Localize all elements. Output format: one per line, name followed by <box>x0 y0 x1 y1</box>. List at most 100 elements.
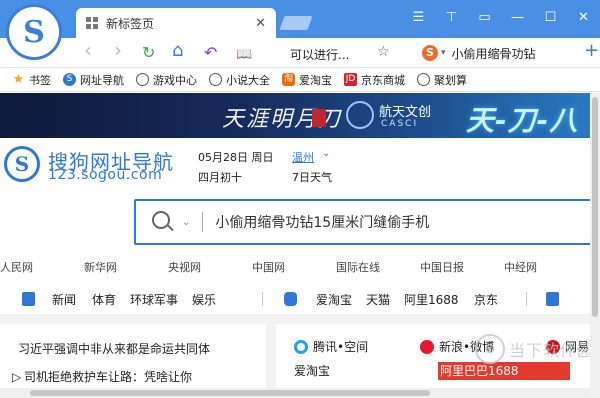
news-item[interactable]: 司机拒绝救护车让路：凭啥让你 <box>24 368 192 385</box>
maximize-icon[interactable]: ☐ <box>534 8 567 28</box>
banner-brand-2: 航天文创 <box>379 105 432 120</box>
bookmark-item[interactable]: 淘 爱淘宝 <box>282 72 332 88</box>
scroll-thumb[interactable] <box>30 390 430 396</box>
link-item[interactable]: 腾讯•空间 <box>294 338 368 355</box>
weibo-icon <box>420 339 434 354</box>
site-url[interactable]: 123.sogou.com <box>48 167 162 183</box>
address-bar[interactable]: 可以进行... <box>290 46 349 63</box>
horizontal-scrollbar[interactable] <box>0 388 590 398</box>
sogou-logo[interactable]: S <box>4 146 40 182</box>
bookmark-label: 爱淘宝 <box>299 73 332 87</box>
shopping-bag-icon <box>284 292 297 306</box>
tab-close-icon[interactable]: ✕ <box>255 16 266 31</box>
bookmark-item[interactable]: JD 京东商城 <box>344 72 405 88</box>
bookmark-label: 网址导航 <box>80 73 124 87</box>
main-search-box[interactable]: ⌄ 小偷用缩骨功钻15厘米门缝偷手机 <box>134 199 600 245</box>
vertical-scrollbar[interactable] <box>590 93 600 398</box>
tab-new-tab[interactable]: 新标签页 ✕ <box>76 8 276 38</box>
link-label: 爱淘宝 <box>294 364 331 378</box>
emblem-icon <box>346 101 374 129</box>
logo-letter: S <box>23 14 45 50</box>
seal-icon <box>312 109 326 127</box>
toolbar-search-input[interactable]: 小偷用缩骨功钻 <box>452 45 536 62</box>
reader-icon[interactable]: 📖 <box>236 45 252 65</box>
logo-letter: S <box>14 152 30 176</box>
site-link[interactable]: 国际在线 <box>336 259 380 275</box>
refresh-icon[interactable]: ↻ <box>142 43 155 63</box>
toolbar-search[interactable]: S ▾ 小偷用缩骨功钻 <box>404 42 594 64</box>
bookmark-star-icon[interactable]: ☆ <box>377 44 390 60</box>
watermark-text: 当下软件园 <box>509 341 595 360</box>
category-link[interactable]: 娱乐 <box>192 291 216 308</box>
search-input[interactable]: 小偷用缩骨功钻15厘米门缝偷手机 <box>215 212 429 232</box>
forward-icon[interactable]: › <box>114 40 122 60</box>
skin-icon[interactable]: ⊤ <box>435 8 468 28</box>
site-link[interactable]: 中经网 <box>504 259 537 275</box>
news-item[interactable]: 习近平强调中非从来都是命运共同体 <box>18 340 210 357</box>
banner-brand-3: 天-刀-八 <box>466 104 579 137</box>
star-icon: ★ <box>12 72 25 87</box>
globe-icon <box>417 73 430 86</box>
undo-icon[interactable]: ↶ <box>204 43 217 63</box>
new-tab-button[interactable] <box>279 16 313 30</box>
back-icon[interactable]: ‹ <box>84 40 92 60</box>
bookmark-label: 书签 <box>29 73 51 87</box>
bookmark-item[interactable]: 聚划算 <box>417 72 467 88</box>
category-link[interactable]: 阿里1688 <box>404 291 459 308</box>
minimize-icon[interactable]: — <box>501 8 534 28</box>
divider <box>262 292 263 306</box>
category-link[interactable]: 京东 <box>474 291 498 308</box>
news-icon <box>22 292 35 306</box>
close-window-icon[interactable]: ✕ <box>567 8 600 28</box>
globe-icon <box>136 73 149 86</box>
bookmark-item[interactable]: 游戏中心 <box>136 72 197 88</box>
sogou-browser-logo[interactable]: S <box>6 4 62 60</box>
weather-link[interactable]: 7日天气 <box>292 169 332 185</box>
city-link[interactable]: 温州 <box>292 149 314 165</box>
category-link[interactable]: 爱淘宝 <box>316 291 352 308</box>
category-row: 新闻 体育 环球军事 娱乐 爱淘宝 天猫 阿里1688 京东 <box>0 284 600 312</box>
navigation-bar: ‹ › ↻ ⌂ ↶ 📖 可以进行... ☆ S ▾ 小偷用缩骨功钻 + <box>0 38 600 68</box>
category-link[interactable]: 环球军事 <box>130 291 178 308</box>
qq-zone-icon <box>294 339 308 354</box>
bookmark-item[interactable]: 小说大全 <box>209 72 270 88</box>
site-link[interactable]: 人民网 <box>0 259 33 275</box>
site-link[interactable]: 新华网 <box>84 259 117 275</box>
category-link[interactable]: 新闻 <box>52 291 76 308</box>
site-link[interactable]: 中国网 <box>252 259 285 275</box>
tab-title: 新标签页 <box>106 16 155 31</box>
lunar-date-text: 四月初十 <box>198 171 242 184</box>
window-controls: ☰ ⊤ ▭ — ☐ ✕ <box>402 8 600 28</box>
menu-icon[interactable]: ☰ <box>402 8 435 28</box>
mini-mode-icon[interactable]: ▭ <box>468 8 501 28</box>
site-links-row: 人民网 新华网 央视网 中国网 国际在线 中国日报 中经网 <box>0 259 600 275</box>
watermark: ⊙ 当下软件园 <box>475 334 594 364</box>
bookmark-label: 京东商城 <box>361 73 405 87</box>
search-icon[interactable] <box>152 211 174 233</box>
banner-ad[interactable]: 天涯明月刀 航天文创 CASCI 天-刀-八 <box>0 93 600 138</box>
add-icon[interactable]: + <box>584 41 599 61</box>
chevron-down-icon[interactable]: ⌄ <box>182 217 190 228</box>
link-label: 阿里巴巴1688 <box>440 364 519 378</box>
bookmark-item[interactable]: ★ 书签 <box>12 72 51 88</box>
game-icon <box>546 292 559 306</box>
scroll-arrow-icon[interactable]: ▷ <box>12 370 21 384</box>
chevron-down-icon[interactable]: ⌄ <box>322 148 330 159</box>
bookmark-item[interactable]: S 网址导航 <box>63 72 124 88</box>
highlight-link[interactable]: 阿里巴巴1688 <box>438 362 570 380</box>
chevron-down-icon[interactable]: ▾ <box>441 48 446 58</box>
site-link[interactable]: 央视网 <box>168 259 201 275</box>
title-bar: 新标签页 ✕ ☰ ⊤ ▭ — ☐ ✕ <box>0 0 600 38</box>
site-link[interactable]: 中国日报 <box>420 259 464 275</box>
search-engine-icon[interactable]: S <box>422 45 438 61</box>
link-item[interactable]: 爱淘宝 <box>294 362 330 379</box>
date-text: 05月28日 周日 <box>198 151 274 164</box>
home-icon[interactable]: ⌂ <box>172 41 183 61</box>
jd-icon: JD <box>344 73 357 86</box>
bookmark-label: 游戏中心 <box>153 73 197 87</box>
globe-icon <box>209 73 222 86</box>
category-link[interactable]: 天猫 <box>366 291 390 308</box>
category-link[interactable]: 体育 <box>92 291 116 308</box>
scroll-thumb[interactable] <box>592 97 598 317</box>
bookmark-label: 小说大全 <box>226 73 270 87</box>
